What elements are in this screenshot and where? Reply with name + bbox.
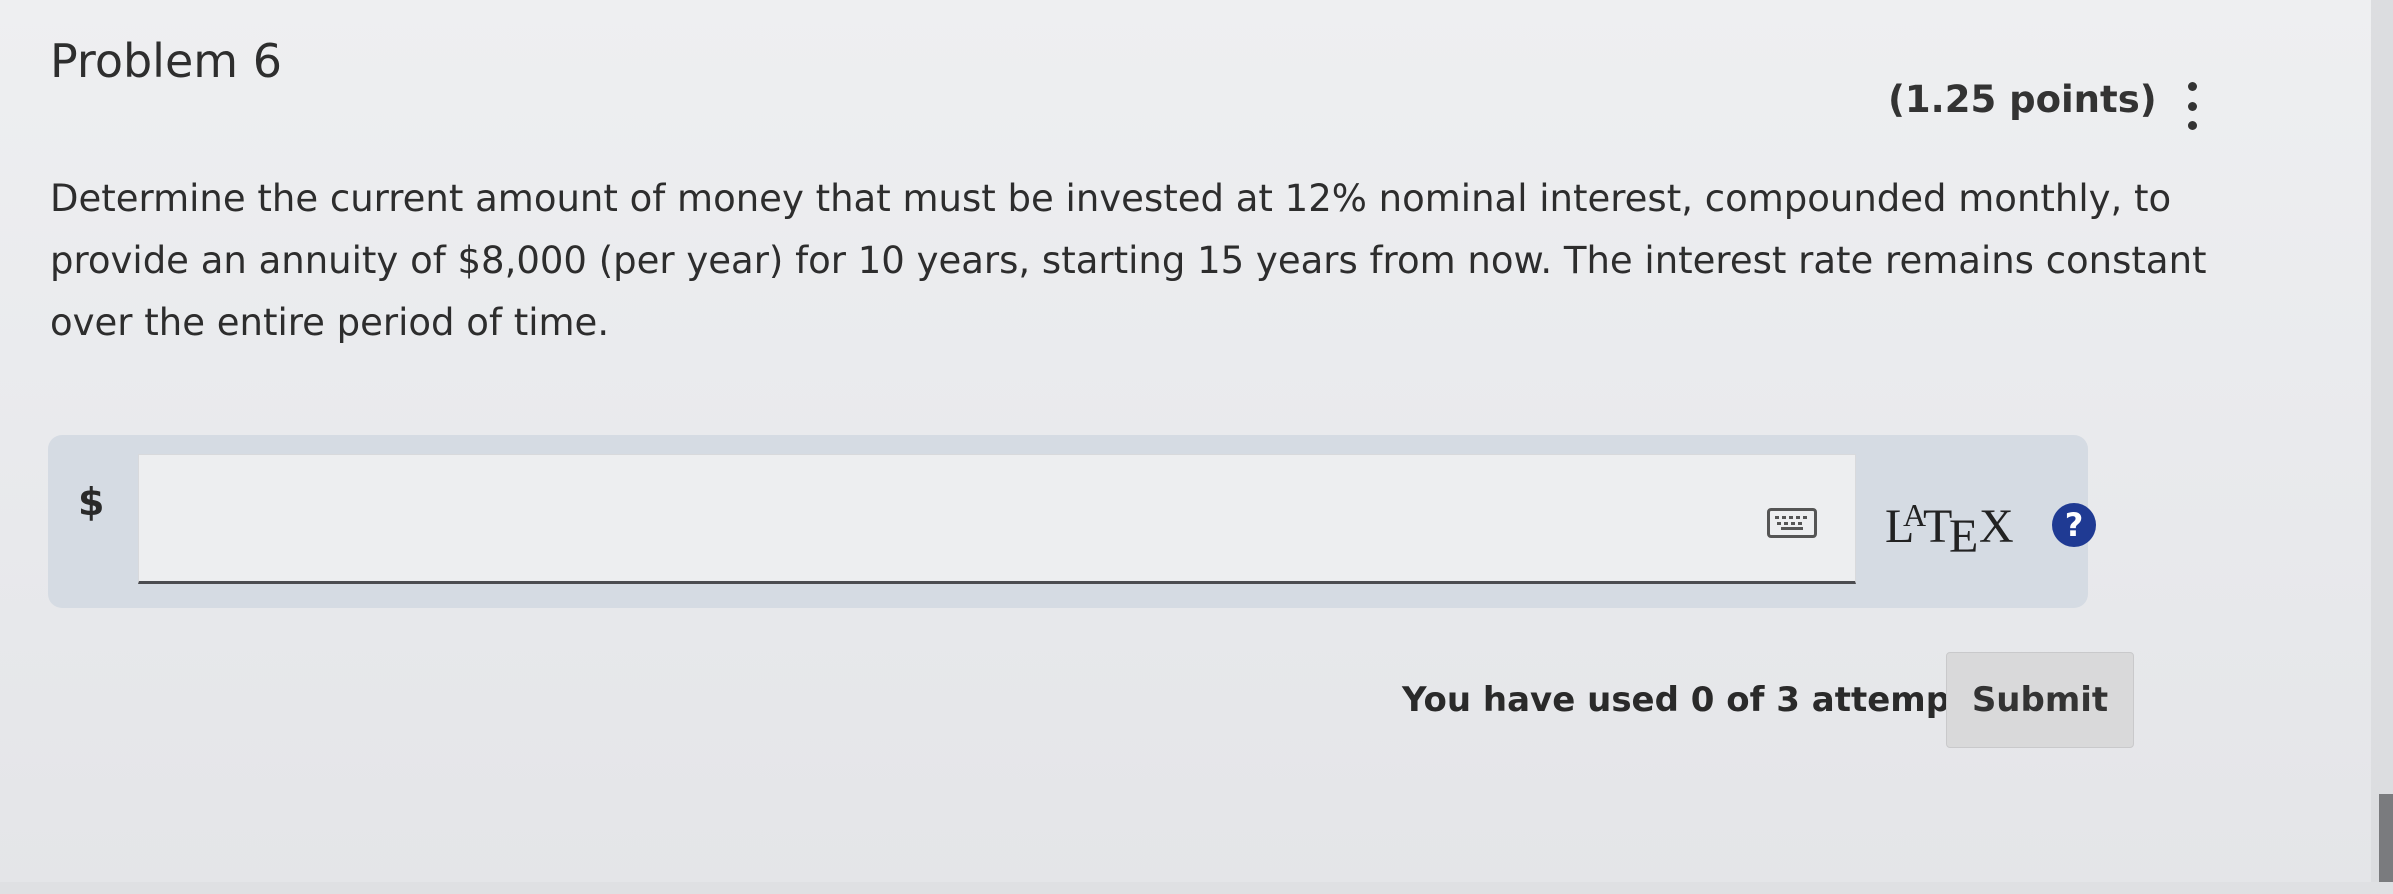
kebab-dot	[2187, 82, 2197, 91]
answer-input[interactable]	[138, 454, 1856, 584]
page: Problem 6 (1.25 points) Determine the cu…	[0, 0, 2393, 894]
page-bottom-edge	[0, 882, 2393, 894]
svg-text:E: E	[1949, 510, 1978, 556]
keyboard-keys-glyph	[1775, 516, 1807, 530]
svg-text:T: T	[1923, 500, 1952, 553]
submit-button[interactable]: Submit	[1946, 652, 2134, 748]
currency-prefix: $	[78, 480, 105, 524]
latex-logo[interactable]: L A T E X	[1883, 496, 2023, 556]
kebab-dot	[2187, 101, 2197, 111]
svg-text:X: X	[1979, 500, 2014, 553]
help-icon[interactable]: ?	[2052, 503, 2096, 547]
question-text: Determine the current amount of money th…	[50, 177, 2207, 344]
attempts-text: You have used 0 of 3 attempts	[1402, 680, 1987, 720]
page-edge	[2371, 0, 2393, 894]
points-label: (1.25 points)	[1888, 78, 2157, 121]
kebab-dot	[2187, 121, 2197, 130]
keyboard-icon[interactable]	[1767, 508, 1817, 538]
problem-title: Problem 6	[50, 34, 282, 88]
more-options-icon[interactable]	[2186, 82, 2198, 130]
scrollbar-thumb[interactable]	[2379, 794, 2393, 894]
